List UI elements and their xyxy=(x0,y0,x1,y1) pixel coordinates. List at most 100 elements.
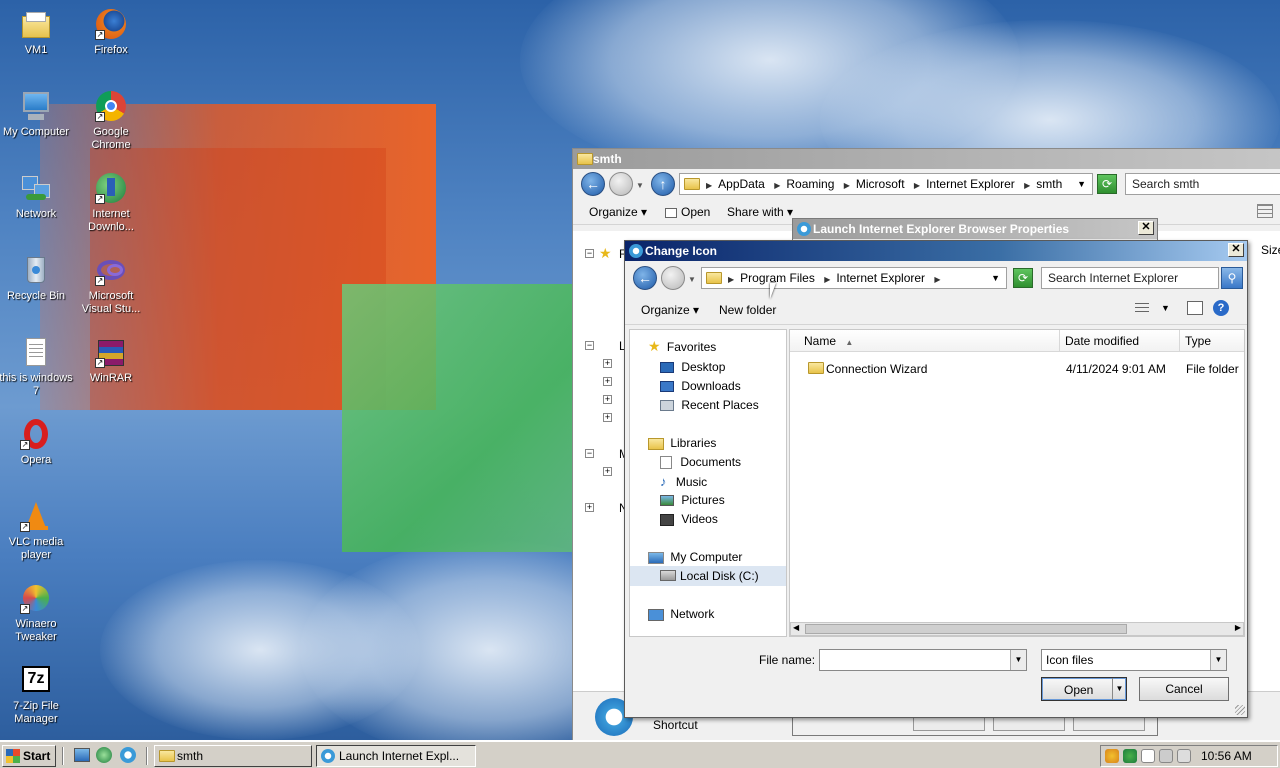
desktop-icon-recycle-bin[interactable]: Recycle Bin xyxy=(0,254,74,303)
horizontal-scrollbar[interactable]: ◀ ▶ xyxy=(790,622,1244,636)
breadcrumb-item[interactable]: Program Files xyxy=(740,271,815,285)
refresh-button[interactable]: ⟳ xyxy=(1097,174,1117,194)
cancel-button[interactable]: Cancel xyxy=(1139,677,1229,701)
open-split-dropdown-icon[interactable]: ▼ xyxy=(1112,678,1126,700)
preview-pane-icon[interactable] xyxy=(1187,301,1203,315)
clock[interactable]: 10:56 AM xyxy=(1201,749,1252,763)
desktop-icon-vlc[interactable]: ↗ VLC media player xyxy=(0,500,74,562)
change-icon-search-input[interactable]: Search Internet Explorer xyxy=(1041,267,1219,289)
column-header-type[interactable]: Type xyxy=(1180,330,1244,352)
show-desktop-icon[interactable] xyxy=(74,748,90,762)
file-type-select[interactable]: Icon files ▼ xyxy=(1041,649,1227,671)
back-button[interactable]: ← xyxy=(633,266,657,290)
desktop-icon-text-file[interactable]: this is windows 7 xyxy=(0,336,74,398)
forward-button[interactable] xyxy=(609,172,633,196)
nav-documents[interactable]: Documents xyxy=(660,455,741,470)
nav-my-computer[interactable]: My Computer xyxy=(648,550,742,564)
collapse-icon[interactable]: − xyxy=(585,449,594,458)
expand-icon[interactable]: + xyxy=(603,377,612,386)
expand-icon[interactable]: + xyxy=(603,359,612,368)
breadcrumb-item[interactable]: Internet Explorer xyxy=(836,271,925,285)
history-dropdown-icon[interactable]: ▼ xyxy=(688,275,696,284)
file-row[interactable]: Connection Wizard 4/11/2024 9:01 AM File… xyxy=(790,360,1244,378)
breadcrumb-item[interactable]: Microsoft xyxy=(856,177,905,191)
taskbar-item-smth[interactable]: smth xyxy=(154,745,312,767)
change-icon-titlebar[interactable]: Change Icon ✕ xyxy=(625,241,1247,261)
nav-local-disk-selected[interactable]: Local Disk (C:) xyxy=(630,566,786,586)
desktop-icon-visual-studio[interactable]: ↗ Microsoft Visual Stu... xyxy=(73,254,149,316)
explorer-search-input[interactable]: Search smth xyxy=(1125,173,1280,195)
properties-titlebar[interactable]: Launch Internet Explorer Browser Propert… xyxy=(793,219,1157,239)
share-with-menu[interactable]: Share with ▾ xyxy=(727,205,793,219)
search-tray-icon[interactable] xyxy=(1105,749,1119,763)
chevron-down-icon[interactable]: ▼ xyxy=(1210,650,1226,670)
view-options-icon[interactable] xyxy=(1257,204,1273,218)
close-button[interactable]: ✕ xyxy=(1138,221,1154,235)
close-button[interactable]: ✕ xyxy=(1228,243,1244,257)
up-button[interactable]: ↑ xyxy=(651,172,675,196)
search-icon[interactable]: ⚲ xyxy=(1221,267,1243,289)
expand-icon[interactable]: + xyxy=(603,395,612,404)
explorer-titlebar[interactable]: smth xyxy=(573,149,1280,169)
desktop-icon-my-computer[interactable]: My Computer xyxy=(0,90,74,139)
scroll-right-icon[interactable]: ▶ xyxy=(1235,623,1241,632)
chevron-down-icon[interactable]: ▼ xyxy=(1010,650,1026,670)
refresh-button[interactable]: ⟳ xyxy=(1013,268,1033,288)
open-button[interactable]: Open ▼ xyxy=(1041,677,1127,701)
chevron-down-icon[interactable]: ▼ xyxy=(1161,303,1170,313)
back-button[interactable]: ← xyxy=(581,172,605,196)
expand-icon[interactable]: + xyxy=(603,467,612,476)
collapse-icon[interactable]: − xyxy=(585,249,594,258)
file-name-input[interactable]: ▼ xyxy=(819,649,1027,671)
desktop-icon-winrar[interactable]: ↗ WinRAR xyxy=(73,336,149,385)
organize-menu[interactable]: Organize ▾ xyxy=(641,303,699,317)
desktop-icon-vm1[interactable]: VM1 xyxy=(0,8,74,57)
desktop-icon-opera[interactable]: ↗ Opera xyxy=(0,418,74,467)
scroll-left-icon[interactable]: ◀ xyxy=(793,623,799,632)
breadcrumb-item[interactable]: smth xyxy=(1036,177,1062,191)
expand-icon[interactable]: + xyxy=(603,413,612,422)
new-folder-button[interactable]: New folder xyxy=(719,303,776,317)
forward-button[interactable] xyxy=(661,266,685,290)
column-header-name[interactable]: Name ▲ xyxy=(790,330,1060,352)
breadcrumb-item[interactable]: Internet Explorer xyxy=(926,177,1015,191)
nav-recent-places[interactable]: Recent Places xyxy=(660,398,759,412)
resize-grip[interactable] xyxy=(1235,705,1245,715)
nav-desktop[interactable]: Desktop xyxy=(660,360,725,374)
desktop-icon-network[interactable]: Network xyxy=(0,172,74,221)
collapse-icon[interactable]: − xyxy=(585,341,594,350)
nav-videos[interactable]: Videos xyxy=(660,512,718,526)
help-icon[interactable]: ? xyxy=(1213,300,1229,316)
desktop-icon-idm[interactable]: ↗ Internet Downlo... xyxy=(73,172,149,234)
nav-network[interactable]: Network xyxy=(648,607,714,621)
change-icon-address-bar[interactable]: ▶ Program Files ▶ Internet Explorer ▶ ▼ xyxy=(701,267,1007,289)
desktop-icon-winaero[interactable]: ↗ Winaero Tweaker xyxy=(0,582,74,644)
monitor-tray-icon[interactable] xyxy=(1159,749,1173,763)
flag-icon[interactable] xyxy=(1141,749,1155,763)
explorer-address-bar[interactable]: ▶ AppData ▶ Roaming ▶ Microsoft ▶ Internet E… xyxy=(679,173,1093,195)
open-button[interactable]: Open xyxy=(665,205,710,219)
expand-icon[interactable]: + xyxy=(585,503,594,512)
chevron-down-icon[interactable]: ▼ xyxy=(991,268,1000,288)
internet-explorer-icon[interactable] xyxy=(120,747,136,763)
desktop-icon-chrome[interactable]: ↗ Google Chrome xyxy=(73,90,149,152)
nav-downloads[interactable]: Downloads xyxy=(660,379,741,393)
view-options-icon[interactable] xyxy=(1135,303,1149,315)
chevron-down-icon[interactable]: ▼ xyxy=(1077,174,1086,194)
quick-launch-icon[interactable] xyxy=(96,747,112,763)
volume-muted-icon[interactable] xyxy=(1177,749,1191,763)
nav-libraries[interactable]: Libraries xyxy=(648,436,716,450)
nav-favorites[interactable]: ★ Favorites xyxy=(648,338,716,355)
desktop-icon-firefox[interactable]: ↗ Firefox xyxy=(73,8,149,57)
history-dropdown-icon[interactable]: ▼ xyxy=(636,181,644,190)
breadcrumb-item[interactable]: AppData xyxy=(718,177,765,191)
nav-pictures[interactable]: Pictures xyxy=(660,493,725,507)
start-button[interactable]: Start xyxy=(2,745,56,767)
nav-music[interactable]: ♪ Music xyxy=(660,474,707,489)
column-header-date-modified[interactable]: Date modified xyxy=(1060,330,1180,352)
organize-menu[interactable]: Organize ▾ xyxy=(589,205,647,219)
breadcrumb-item[interactable]: Roaming xyxy=(786,177,834,191)
desktop-icon-7zip[interactable]: 7z 7-Zip File Manager xyxy=(0,664,74,726)
taskbar-item-launch-ie[interactable]: Launch Internet Expl... xyxy=(316,745,476,767)
scrollbar-thumb[interactable] xyxy=(805,624,1127,634)
